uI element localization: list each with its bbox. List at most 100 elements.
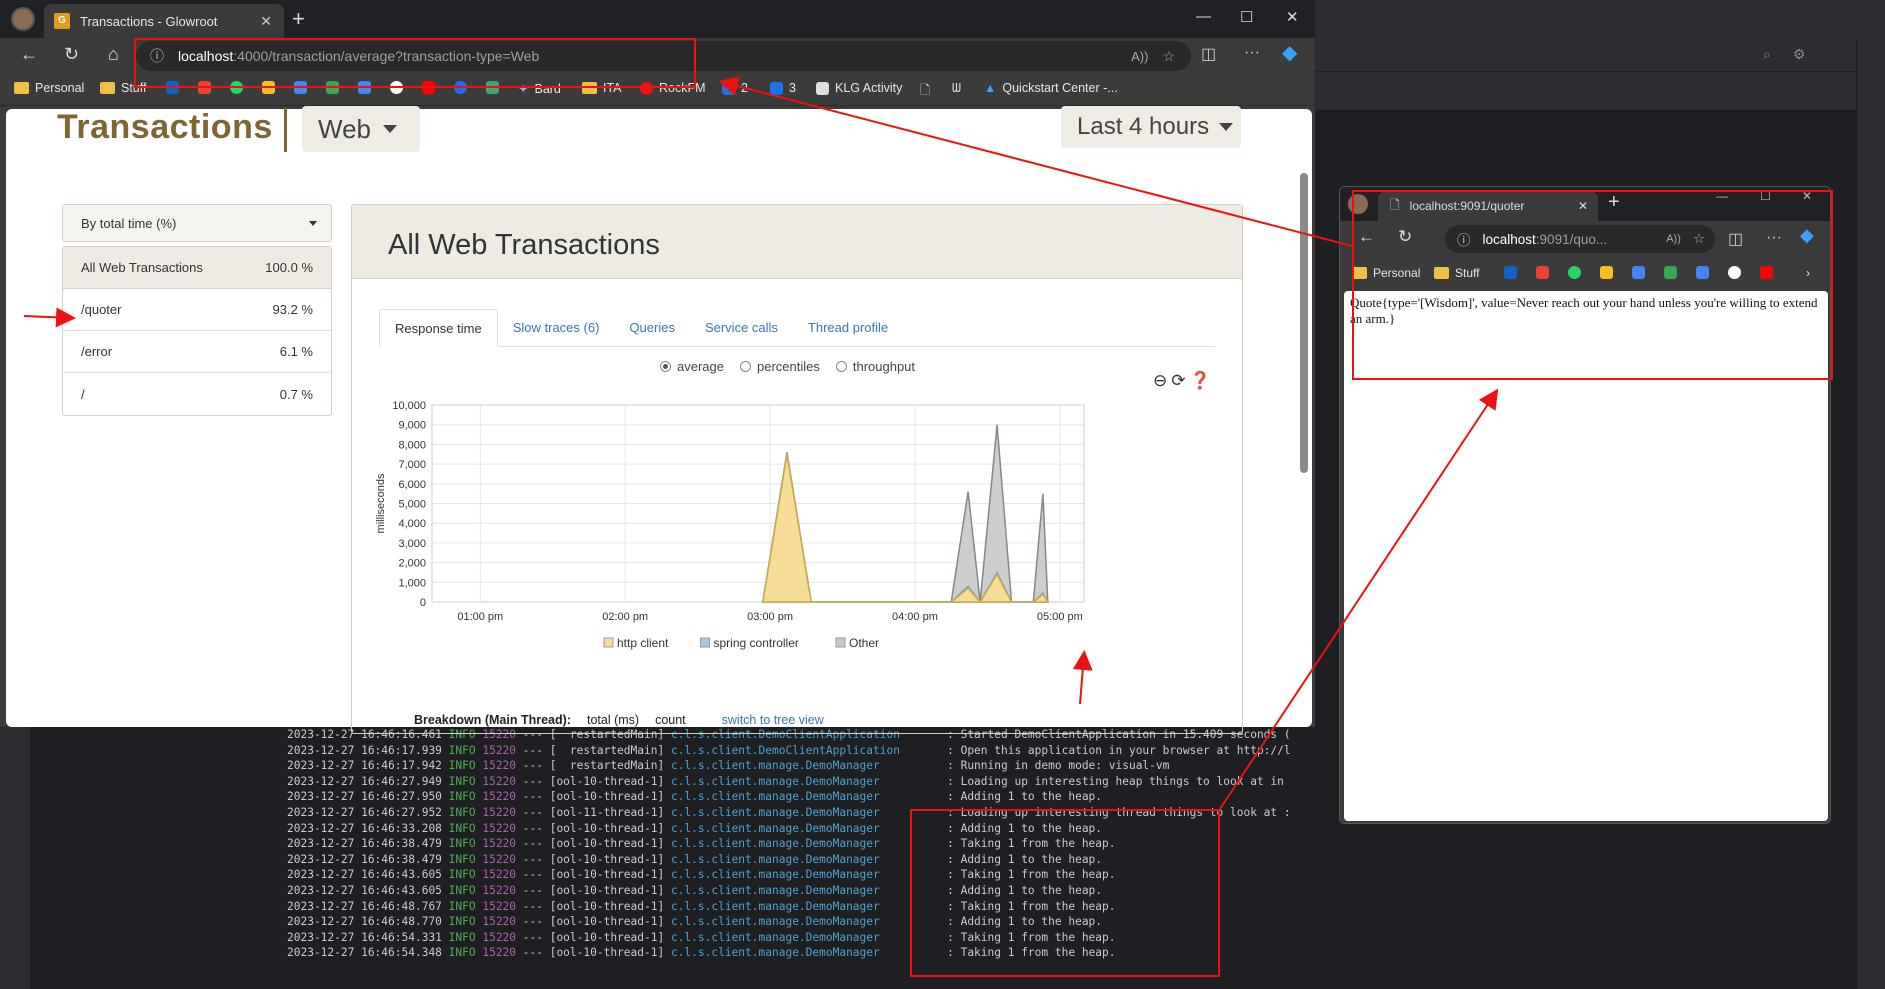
more-menu-icon[interactable]: ··· [1244,44,1260,62]
favorite-star-icon[interactable]: ☆ [1162,48,1175,65]
panel-title: All Web Transactions [352,205,1242,279]
log-level: INFO [448,821,483,835]
log-pid: 15220 [482,743,523,757]
ide-left-stripe [0,727,30,989]
log-timestamp: 2023-12-27 16:46:27.949 [287,774,449,788]
refresh-icon[interactable]: ↻ [64,44,79,65]
ide-search-icon[interactable]: ⌕ [1763,46,1771,63]
y-tick-label: 5,000 [398,499,426,511]
radio-percentiles[interactable]: percentiles [739,359,820,374]
chevron-down-icon [1219,123,1234,131]
tab-response-time[interactable]: Response time [379,309,498,347]
tab-close-icon[interactable]: ✕ [260,13,272,30]
log-class: c.l.s.client.manage.DemoManager [670,915,948,929]
transaction-item-quoter[interactable]: /quoter 93.2 % [63,289,331,331]
log-level: INFO [448,790,483,804]
y-tick-label: 4,000 [398,518,426,530]
ide-settings-icon[interactable]: ⚙ [1793,46,1806,63]
y-tick-label: 7,000 [398,459,426,471]
tab-slow-traces[interactable]: Slow traces (6) [498,309,615,347]
log-thread: --- [ool-10-thread-1] [522,852,671,866]
tab-glowroot[interactable]: G Transactions - Glowroot ✕ [44,4,284,38]
y-axis-label: milliseconds [375,473,387,533]
log-class: c.l.s.client.manage.DemoManager [670,837,948,851]
legend-label: spring controller [714,636,799,650]
log-timestamp: 2023-12-27 16:46:54.331 [287,930,449,944]
log-thread: --- [ool-10-thread-1] [522,883,671,897]
bookmark-page-icon[interactable]: 🗋 [920,81,930,102]
console-line: 2023-12-27 16:46:17.942 INFO 15220 --- [… [280,758,1340,774]
log-pid: 15220 [482,868,523,882]
log-pid: 15220 [482,915,523,929]
bookmark-klg-activity[interactable]: KLG Activity [816,81,902,95]
profile-avatar[interactable] [11,7,35,31]
title-separator [284,108,287,152]
log-class: c.l.s.client.manage.DemoManager [670,946,948,960]
y-tick-label: 2,000 [398,558,426,570]
log-pid: 15220 [482,883,523,897]
bookmark-2[interactable]: 2 [722,81,748,95]
log-timestamp: 2023-12-27 16:46:54.348 [287,946,449,960]
annotation-popup-box [1352,190,1833,380]
log-level: INFO [448,774,483,788]
log-thread: --- [ool-10-thread-1] [522,774,671,788]
y-tick-label: 8,000 [398,439,426,451]
bookmark-quickstart[interactable]: ▲ Quickstart Center -... [984,81,1118,95]
transactions-panel: All Web Transactions Response time Slow … [351,204,1243,734]
page-icon: 🗋 [920,83,931,97]
log-class: c.l.s.client.manage.DemoManager [670,759,948,773]
page-scrollbar[interactable] [1300,173,1308,473]
bookmark-personal[interactable]: Personal [14,81,84,95]
legend-label: http client [617,636,669,650]
y-tick-label: 6,000 [398,479,426,491]
transaction-type-dropdown[interactable]: Web [302,106,420,152]
tab-service-calls[interactable]: Service calls [690,309,793,347]
time-range-dropdown[interactable]: Last 4 hours [1061,106,1241,148]
log-pid: 15220 [482,837,523,851]
log-pid: 15220 [482,821,523,835]
new-tab-icon[interactable]: + [292,6,305,32]
breakdown-total-col: total (ms) [586,713,640,727]
ide-toolbar: ⌕ ⚙ [1315,38,1885,72]
log-timestamp: 2023-12-27 16:46:33.208 [287,821,449,835]
azure-icon: ▲ [984,81,997,95]
switch-tree-view-link[interactable]: switch to tree view [722,713,824,727]
y-tick-label: 9,000 [398,420,426,432]
log-thread: --- [ool-10-thread-1] [522,899,671,913]
log-timestamp: 2023-12-27 16:46:17.942 [287,759,449,773]
sort-dropdown[interactable]: By total time (%) [62,204,332,242]
radio-average[interactable]: average [660,359,724,374]
close-window-icon[interactable]: ✕ [1286,8,1299,26]
log-timestamp: 2023-12-27 16:46:38.479 [287,852,449,866]
tab-queries[interactable]: Queries [614,309,690,347]
radio-throughput[interactable]: throughput [835,359,915,374]
minimize-icon[interactable]: — [1196,8,1211,25]
log-class: c.l.s.client.manage.DemoManager [670,805,948,819]
back-icon[interactable]: ← [20,44,38,65]
log-level: INFO [448,899,483,913]
legend-swatch [603,637,614,648]
transaction-item-root[interactable]: /0.7 % [63,373,331,415]
tab-thread-profile[interactable]: Thread profile [793,309,903,347]
copilot-icon[interactable]: ◆ [1282,40,1297,65]
folder-icon [14,82,29,94]
y-tick-label: 10,000 [392,400,426,412]
transaction-item-error[interactable]: /error 6.1 % [63,331,331,373]
log-class: c.l.s.client.manage.DemoManager [670,821,948,835]
y-tick-label: 1,000 [398,577,426,589]
ide-titlebar [1315,0,1885,20]
transaction-item-all[interactable]: All Web Transactions 100.0 % [63,247,331,289]
annotation-url-box [134,38,696,88]
bookmark-w-icon[interactable]: ᗯ [952,81,961,96]
log-class: c.l.s.client.DemoClientApplication [670,743,948,757]
split-screen-icon[interactable]: ◫ [1201,44,1216,64]
log-level: INFO [448,915,483,929]
bookmark-3[interactable]: 3 [770,81,796,95]
maximize-icon[interactable]: ☐ [1240,8,1253,26]
legend-swatch [835,637,846,648]
log-pid: 15220 [482,759,523,773]
read-aloud-icon[interactable]: A)) [1131,49,1148,64]
log-pid: 15220 [482,899,523,913]
home-icon[interactable]: ⌂ [108,44,119,65]
log-thread: --- [ool-10-thread-1] [522,868,671,882]
